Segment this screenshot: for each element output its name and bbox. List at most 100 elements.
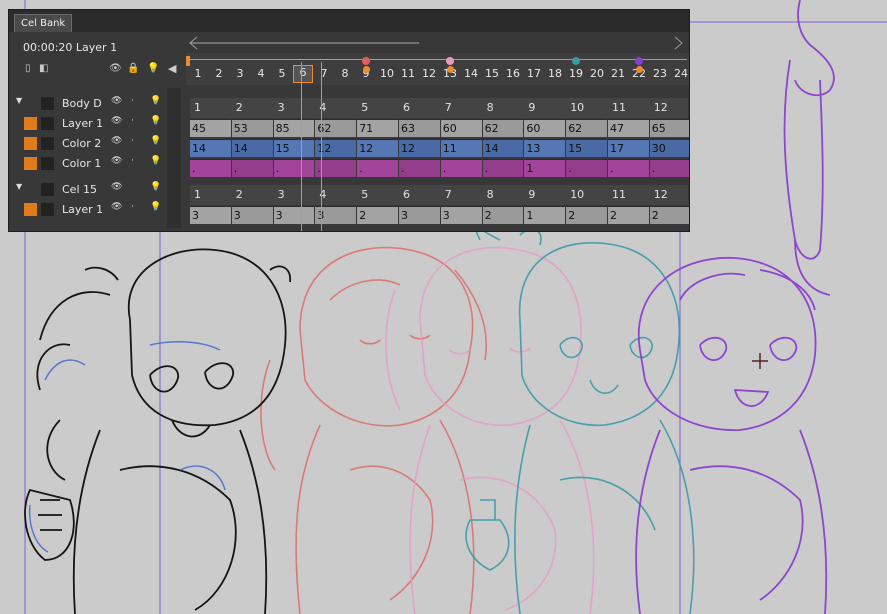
cel-cell[interactable]: 3 xyxy=(273,206,315,224)
lock-icon[interactable]: · xyxy=(131,96,134,106)
cel-cell[interactable]: 60 xyxy=(524,119,566,137)
layer-row[interactable]: Layer 1 👁 · 💡 xyxy=(9,114,165,133)
cel-cell[interactable]: 3 xyxy=(399,206,440,224)
cel-cell[interactable]: 2 xyxy=(482,206,524,224)
cel-cell[interactable]: 15 xyxy=(566,139,607,157)
frame-number[interactable]: 18 xyxy=(545,67,565,80)
visibility-icon[interactable]: 👁 xyxy=(111,96,122,106)
light-table-icon[interactable]: 💡 xyxy=(147,63,159,74)
light-table-icon[interactable]: 💡 xyxy=(150,116,161,126)
expand-arrow-icon[interactable]: ▼ xyxy=(16,182,22,191)
frame-number[interactable]: 24 xyxy=(671,67,689,80)
frame-number[interactable]: 3 xyxy=(230,67,250,80)
duplicate-cel-icon[interactable]: ◧ xyxy=(39,63,48,74)
collapse-left-icon[interactable]: ◀ xyxy=(168,62,176,75)
cel-grid[interactable]: 1 2 3 4 5 6 7 8 9 10 11 12 45 53 85 62 71 63 60 62 60 62 47 65 1… xyxy=(186,86,689,231)
frame-number[interactable]: 14 xyxy=(461,67,481,80)
cel-cell[interactable]: 2 xyxy=(566,206,607,224)
frame-number[interactable]: 19 xyxy=(566,67,586,80)
light-table-icon[interactable]: 💡 xyxy=(150,96,161,106)
layer-row[interactable]: Color 1 👁 · 💡 xyxy=(9,154,165,173)
cel-cell[interactable]: 1 xyxy=(524,159,566,177)
new-cel-icon[interactable]: ▯ xyxy=(25,63,31,74)
frame-number[interactable]: 20 xyxy=(587,67,607,80)
light-table-icon[interactable]: 💡 xyxy=(150,156,161,166)
keyframe-marker[interactable] xyxy=(447,66,454,73)
frame-number[interactable]: 4 xyxy=(251,67,271,80)
frame-number[interactable]: 6 xyxy=(293,65,313,83)
cel-cell[interactable]: 53 xyxy=(231,119,273,137)
frame-number[interactable]: 8 xyxy=(335,67,355,80)
cel-cell[interactable]: 47 xyxy=(608,119,649,137)
cel-cell[interactable]: . xyxy=(482,159,524,177)
layer-row[interactable]: ▼ Body Du 👁 · 💡 xyxy=(9,94,165,113)
timeline-scrollbar[interactable] xyxy=(187,33,685,53)
cel-cell[interactable]: . xyxy=(273,159,315,177)
cel-cell[interactable]: 2 xyxy=(357,206,398,224)
cel-cell[interactable]: 2 xyxy=(649,206,689,224)
frame-number[interactable]: 15 xyxy=(482,67,502,80)
layer-row[interactable]: Layer 1 👁 · 💡 xyxy=(9,200,165,219)
layer-row[interactable]: Color 2 👁 · 💡 xyxy=(9,134,165,153)
cel-cell[interactable]: 14 xyxy=(482,139,524,157)
cel-cell[interactable]: 12 xyxy=(315,139,357,157)
onion-skin-marker[interactable] xyxy=(362,57,370,65)
frame-number[interactable]: 11 xyxy=(398,67,418,80)
cel-cell[interactable]: . xyxy=(231,159,273,177)
light-table-icon[interactable]: 💡 xyxy=(150,202,161,212)
visibility-icon[interactable]: 👁 xyxy=(111,136,122,146)
lock-icon[interactable]: · xyxy=(131,156,134,166)
cel-cell[interactable]: 30 xyxy=(649,139,689,157)
cel-cell[interactable]: 62 xyxy=(566,119,607,137)
cel-cell[interactable]: . xyxy=(399,159,440,177)
cel-cell[interactable]: 3 xyxy=(190,206,231,224)
cel-cell[interactable]: 65 xyxy=(649,119,689,137)
lock-icon[interactable]: 🔒 xyxy=(127,63,139,74)
onion-skin-marker[interactable] xyxy=(572,57,580,65)
frame-number[interactable]: 12 xyxy=(419,67,439,80)
cel-cell[interactable]: 60 xyxy=(440,119,482,137)
frame-number[interactable]: 10 xyxy=(377,67,397,80)
cel-cell[interactable]: . xyxy=(649,159,689,177)
visibility-icon[interactable]: 👁 xyxy=(111,202,122,212)
cel-cell[interactable]: 1 xyxy=(524,206,566,224)
onion-skin-marker[interactable] xyxy=(446,57,454,65)
range-start-marker[interactable] xyxy=(186,56,190,66)
cel-cell[interactable]: . xyxy=(608,159,649,177)
lock-icon[interactable]: · xyxy=(131,136,134,146)
cel-cell[interactable]: 45 xyxy=(190,119,231,137)
cel-cell[interactable]: . xyxy=(357,159,398,177)
cel-cell[interactable]: 3 xyxy=(231,206,273,224)
keyframe-marker[interactable] xyxy=(636,66,643,73)
layer-row[interactable]: ▼ Cel 15 👁 💡 xyxy=(9,180,165,199)
cel-cell[interactable]: 12 xyxy=(357,139,398,157)
frame-number[interactable]: 7 xyxy=(314,67,334,80)
frame-number[interactable]: 21 xyxy=(608,67,628,80)
expand-arrow-icon[interactable]: ▼ xyxy=(16,96,22,105)
cel-cell[interactable]: 63 xyxy=(399,119,440,137)
keyframe-marker[interactable] xyxy=(363,66,370,73)
cel-cell[interactable]: . xyxy=(440,159,482,177)
cel-cell[interactable]: 14 xyxy=(231,139,273,157)
lock-icon[interactable]: · xyxy=(131,116,134,126)
frame-number[interactable]: 2 xyxy=(209,67,229,80)
light-table-icon[interactable]: 💡 xyxy=(150,136,161,146)
cel-cell[interactable]: 2 xyxy=(608,206,649,224)
cel-cell[interactable]: 15 xyxy=(273,139,315,157)
onion-skin-marker[interactable] xyxy=(635,57,643,65)
cel-cell[interactable]: . xyxy=(315,159,357,177)
cel-cell[interactable]: 13 xyxy=(524,139,566,157)
tab-cel-bank[interactable]: Cel Bank xyxy=(14,14,73,32)
cel-cell[interactable]: 85 xyxy=(273,119,315,137)
cel-cell[interactable]: . xyxy=(190,159,231,177)
visibility-icon[interactable]: 👁 xyxy=(111,116,122,126)
visibility-icon[interactable]: 👁 xyxy=(111,182,122,192)
cel-cell[interactable]: 62 xyxy=(315,119,357,137)
cel-cell[interactable]: . xyxy=(566,159,607,177)
layer-list-scrollbar[interactable] xyxy=(167,88,181,228)
cel-cell[interactable]: 62 xyxy=(482,119,524,137)
frame-number[interactable]: 17 xyxy=(524,67,544,80)
frame-number[interactable]: 23 xyxy=(650,67,670,80)
visibility-icon[interactable]: 👁 xyxy=(111,156,122,166)
frame-number[interactable]: 5 xyxy=(272,67,292,80)
